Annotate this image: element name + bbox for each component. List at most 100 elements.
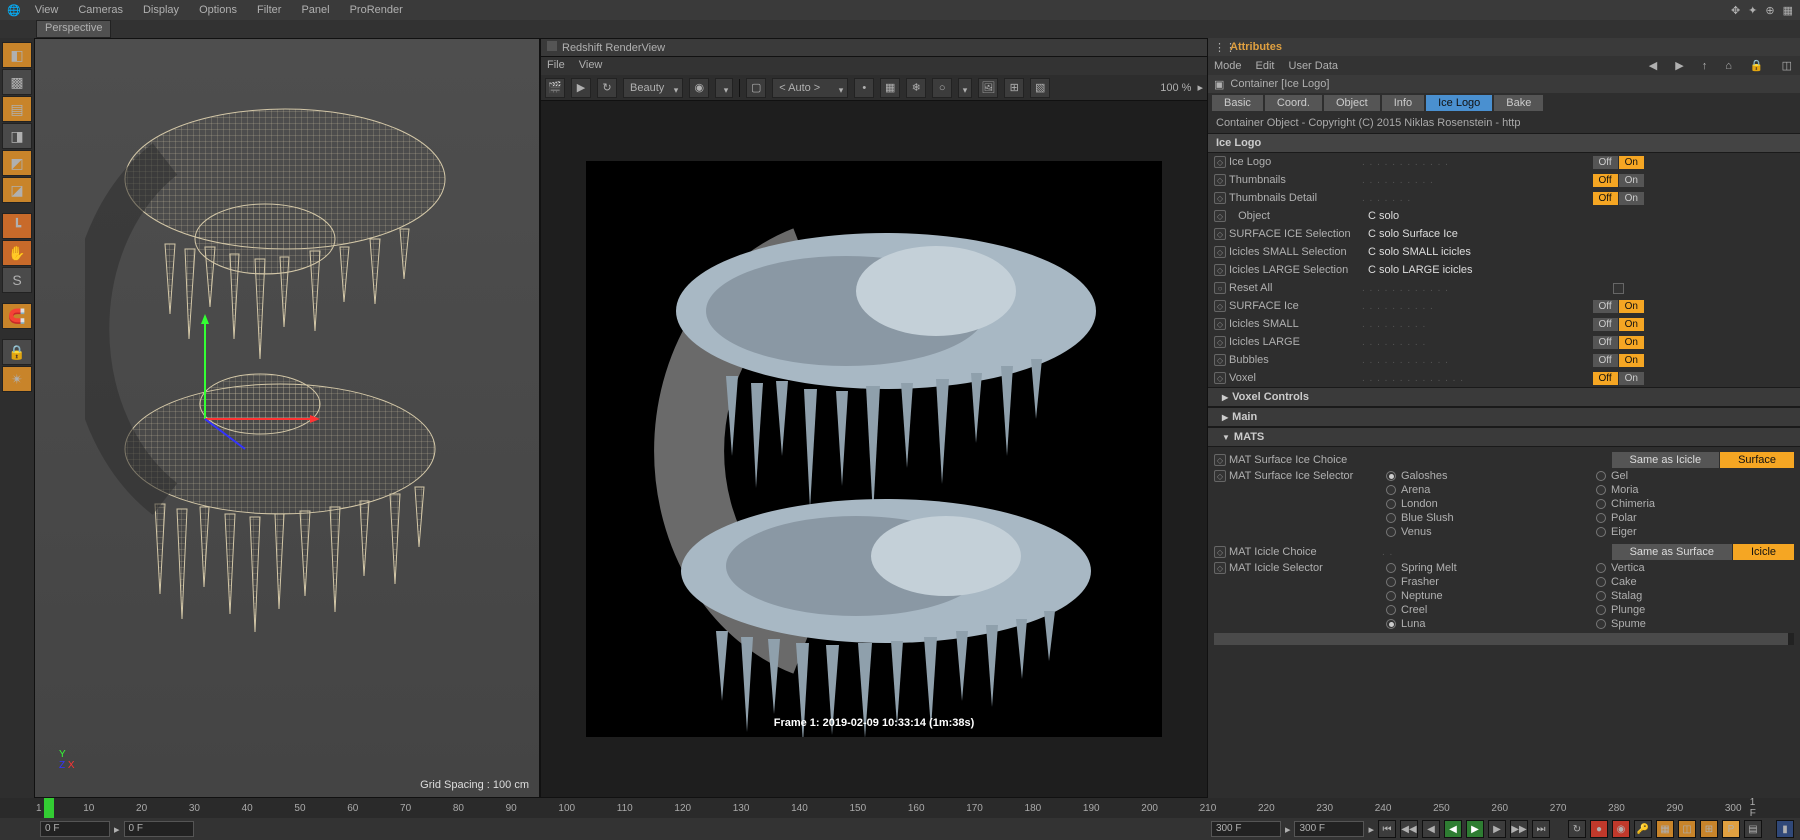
key-icon[interactable]: ◇	[1214, 372, 1226, 384]
attr-menu-userdata[interactable]: User Data	[1289, 60, 1339, 72]
tool-magnet[interactable]: 🧲	[2, 303, 32, 329]
goto-end-icon[interactable]: ⏭	[1532, 820, 1550, 838]
img3-icon[interactable]: ▧	[1030, 78, 1050, 98]
autokey-icon[interactable]: ◉	[1612, 820, 1630, 838]
stepper-icon[interactable]: ▸	[1368, 823, 1374, 836]
key-icon[interactable]: ◇	[1214, 210, 1226, 222]
thumbnails-toggle[interactable]: OffOn	[1593, 174, 1645, 187]
msic-toggle[interactable]: Same as IcicleSurface	[1612, 452, 1794, 468]
isis-toggle[interactable]: OffOn	[1593, 318, 1645, 331]
nav-icon-4[interactable]: ▦	[1780, 2, 1796, 19]
timeline-playhead[interactable]	[44, 798, 54, 818]
render-menu-view[interactable]: View	[579, 59, 603, 73]
channel-icon[interactable]: ◉	[689, 78, 709, 98]
tool-move[interactable]: ✋	[2, 240, 32, 266]
p-icon[interactable]: P	[1722, 820, 1740, 838]
lock-icon[interactable]: 🔒	[1748, 59, 1766, 72]
voxel-toggle[interactable]: OffOn	[1593, 372, 1645, 385]
key-icon[interactable]: ◇	[1214, 336, 1226, 348]
menu-filter[interactable]: Filter	[248, 2, 290, 18]
tab-icelogo[interactable]: Ice Logo	[1426, 95, 1492, 111]
tab-basic[interactable]: Basic	[1212, 95, 1263, 111]
step-back-icon[interactable]: ◀◀	[1400, 820, 1418, 838]
perspective-viewport[interactable]: Y Z X Grid Spacing : 100 cm	[34, 38, 540, 798]
frame-current[interactable]: 0 F	[124, 821, 194, 837]
new-icon[interactable]: ◫	[1780, 59, 1794, 72]
tab-info[interactable]: Info	[1382, 95, 1424, 111]
key-icon[interactable]: ◇	[1214, 174, 1226, 186]
frame-end[interactable]: 300 F	[1211, 821, 1281, 837]
object-value[interactable]: C solo	[1362, 210, 1794, 222]
tool-axis[interactable]: ┗	[2, 213, 32, 239]
icelogo-toggle[interactable]: OffOn	[1593, 156, 1645, 169]
opt2-icon[interactable]: ◫	[1678, 820, 1696, 838]
tool-edge[interactable]: ◪	[2, 177, 32, 203]
surfsel-value[interactable]: C solo Surface Ice	[1362, 228, 1794, 240]
menu-options[interactable]: Options	[190, 2, 246, 18]
loop-icon[interactable]: ↻	[1568, 820, 1586, 838]
menu-cameras[interactable]: Cameras	[69, 2, 132, 18]
key-icon[interactable]: ○	[1214, 282, 1226, 294]
img2-icon[interactable]: ⊞	[1004, 78, 1024, 98]
opt1-icon[interactable]: ▦	[1656, 820, 1674, 838]
stepper-icon[interactable]: ▸	[114, 823, 120, 836]
key-icon[interactable]: ◇	[1214, 454, 1226, 466]
snow-icon[interactable]: ❄	[906, 78, 926, 98]
nav-icon-1[interactable]: ✥	[1728, 2, 1743, 19]
key-icon[interactable]: ◇	[1214, 192, 1226, 204]
key-icon[interactable]: ◇	[1214, 318, 1226, 330]
key-icon[interactable]: ◇	[1214, 156, 1226, 168]
nav-up-icon[interactable]: ↑	[1700, 60, 1710, 72]
img1-icon[interactable]: 🖼	[978, 78, 998, 98]
channel-dd[interactable]	[715, 78, 733, 98]
key-icon[interactable]: ◇	[1214, 300, 1226, 312]
surface-toggle[interactable]: OffOn	[1593, 300, 1645, 313]
section-mats[interactable]: ▼MATS	[1208, 427, 1800, 447]
frame-total[interactable]: 300 F	[1294, 821, 1364, 837]
tab-object[interactable]: Object	[1324, 95, 1380, 111]
zoom-stepper[interactable]: ▸	[1197, 81, 1203, 94]
dot-icon[interactable]: •	[854, 78, 874, 98]
menu-view[interactable]: View	[26, 2, 68, 18]
attr-menu-edit[interactable]: Edit	[1256, 60, 1275, 72]
menu-prorender[interactable]: ProRender	[341, 2, 412, 18]
nav-fwd-icon[interactable]: ▶	[1673, 59, 1685, 72]
menu-panel[interactable]: Panel	[292, 2, 338, 18]
key-icon[interactable]: ◇	[1214, 354, 1226, 366]
tool-poly[interactable]: ◩	[2, 150, 32, 176]
key-icon[interactable]: ◇	[1214, 470, 1226, 482]
tool-lock[interactable]: 🔒	[2, 339, 32, 365]
nav-icon-3[interactable]: ⊕	[1762, 2, 1777, 19]
auto-dropdown[interactable]: < Auto >	[772, 78, 848, 98]
tool-plane[interactable]: ▤	[2, 96, 32, 122]
play-icon[interactable]: ▶	[571, 78, 591, 98]
crop-icon[interactable]: ▢	[746, 78, 766, 98]
refresh-icon[interactable]: ↻	[597, 78, 617, 98]
aov-dropdown[interactable]: Beauty	[623, 78, 683, 98]
circle-icon[interactable]: ○	[932, 78, 952, 98]
bubbles-toggle[interactable]: OffOn	[1593, 354, 1645, 367]
tool-model[interactable]: ◨	[2, 123, 32, 149]
icicle-radio-group[interactable]: Spring MeltVertica FrasherCake NeptuneSt…	[1382, 562, 1794, 630]
thumbdetail-toggle[interactable]: OffOn	[1593, 192, 1645, 205]
play-fwd-icon[interactable]: ▶	[1466, 820, 1484, 838]
grid-icon[interactable]: ▦	[880, 78, 900, 98]
panel-grip-icon[interactable]: ⋮⋮	[1214, 41, 1226, 53]
perspective-tab[interactable]: Perspective	[36, 20, 111, 38]
tool-s[interactable]: S	[2, 267, 32, 293]
tool-checker[interactable]: ▩	[2, 69, 32, 95]
panel-toggle[interactable]: ▮	[1776, 820, 1794, 838]
isil-toggle[interactable]: OffOn	[1593, 336, 1645, 349]
play-back-icon[interactable]: ◀	[1444, 820, 1462, 838]
key-icon[interactable]: ◇	[1214, 246, 1226, 258]
clapper-icon[interactable]: 🎬	[545, 78, 565, 98]
nav-back-icon[interactable]: ◀	[1647, 59, 1659, 72]
opt3-icon[interactable]: ⊞	[1700, 820, 1718, 838]
section-main[interactable]: ▶Main	[1208, 407, 1800, 427]
timeline[interactable]: 1102030405060708090100110120130140150160…	[0, 798, 1800, 818]
next-frame-icon[interactable]: ▶	[1488, 820, 1506, 838]
icis-value[interactable]: C solo SMALL icicles	[1362, 246, 1794, 258]
render-menu-file[interactable]: File	[547, 59, 565, 73]
reset-checkbox[interactable]	[1613, 283, 1624, 294]
frame-start[interactable]: 0 F	[40, 821, 110, 837]
